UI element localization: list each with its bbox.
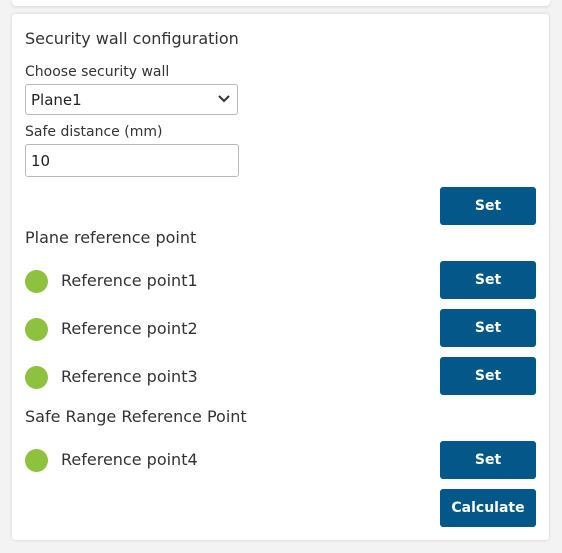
status-indicator-icon xyxy=(25,270,48,293)
security-wall-selected-value: Plane1 xyxy=(31,91,82,109)
set-reference-point-1-button[interactable]: Set xyxy=(440,261,536,299)
status-indicator-icon xyxy=(25,318,48,341)
safe-distance-value: 10 xyxy=(31,152,51,170)
status-indicator-icon xyxy=(25,449,48,472)
safe-distance-label: Safe distance (mm) xyxy=(25,124,163,140)
set-reference-point-3-button[interactable]: Set xyxy=(440,357,536,395)
set-reference-point-4-button[interactable]: Set xyxy=(440,441,536,479)
reference-point-4-label: Reference point4 xyxy=(61,450,198,469)
security-wall-panel: Security wall configuration Choose secur… xyxy=(12,14,549,540)
set-reference-point-2-button[interactable]: Set xyxy=(440,309,536,347)
chevron-down-icon xyxy=(218,95,230,103)
panel-title: Security wall configuration xyxy=(25,29,239,48)
reference-point-3-label: Reference point3 xyxy=(61,367,198,386)
reference-point-1-label: Reference point1 xyxy=(61,271,198,290)
set-safe-distance-button[interactable]: Set xyxy=(440,187,536,225)
previous-panel-edge xyxy=(12,0,550,6)
plane-reference-heading: Plane reference point xyxy=(25,228,197,247)
reference-point-2-label: Reference point2 xyxy=(61,319,198,338)
safe-distance-input[interactable]: 10 xyxy=(25,144,239,177)
security-wall-label: Choose security wall xyxy=(25,64,170,80)
security-wall-select[interactable]: Plane1 xyxy=(25,84,238,115)
calculate-button[interactable]: Calculate xyxy=(440,489,536,527)
safe-range-heading: Safe Range Reference Point xyxy=(25,407,247,426)
status-indicator-icon xyxy=(25,366,48,389)
